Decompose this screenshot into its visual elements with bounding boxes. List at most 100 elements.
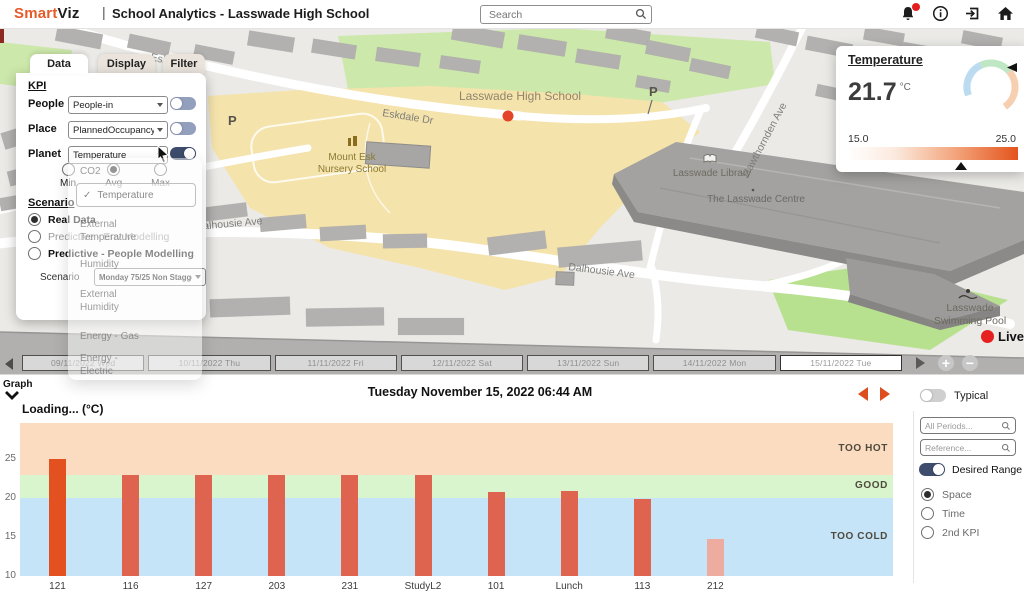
dropdown-option[interactable]: External Humidity: [80, 288, 152, 314]
radio-icon: [28, 230, 41, 243]
x-axis-label: 203: [242, 581, 312, 592]
kpi-row-label: Place: [28, 123, 57, 135]
timeline-date-segment[interactable]: 11/11/2022 Fri: [275, 355, 397, 371]
home-icon[interactable]: [997, 5, 1017, 23]
school-marker-dot[interactable]: [503, 111, 514, 122]
desired-range-label: Desired Range: [952, 464, 1022, 476]
tab-data[interactable]: Data: [30, 54, 88, 74]
toggle-knob: [171, 98, 182, 109]
search-icon: [635, 8, 647, 20]
dropdown-option-selected[interactable]: ✓Temperature: [76, 183, 196, 207]
kpi-toggle-place[interactable]: [170, 122, 196, 135]
x-axis-label: 212: [680, 581, 750, 592]
graph-datetime-title: Tuesday November 15, 2022 06:44 AM: [0, 385, 960, 399]
next-timestep-icon[interactable]: [880, 387, 890, 401]
tab-display[interactable]: Display: [98, 54, 155, 74]
timeline-zoom-out-button[interactable]: −: [962, 355, 978, 371]
kpi-row-people: PeoplePeople-in: [16, 95, 206, 115]
swimmer-icon: [966, 289, 970, 293]
map-edge-artifact: [0, 28, 4, 43]
poi-label-pool-2: Swimming Pool: [934, 315, 1006, 327]
bar-121: [49, 459, 66, 576]
mode-option-2nd-kpi[interactable]: 2nd KPI: [921, 526, 979, 539]
scale-min: 15.0: [848, 133, 868, 145]
search-box[interactable]: [480, 5, 652, 24]
panel-divider: [913, 411, 914, 583]
temperature-kpi-card: Temperature 21.7°C 15.0 25.0: [836, 46, 1024, 172]
tab-filter[interactable]: Filter: [163, 54, 205, 74]
prev-timestep-icon[interactable]: [858, 387, 868, 401]
y-axis-tick: 10: [0, 570, 16, 581]
timeline-date-segment[interactable]: 13/11/2022 Sun: [527, 355, 649, 371]
library-book-icon: [704, 155, 716, 163]
mode-option-label: 2nd KPI: [942, 527, 979, 539]
reference-filter[interactable]: Reference...: [920, 439, 1016, 456]
poi-label-nursery-1: Mount Esk: [328, 152, 376, 163]
parking-icon: P: [228, 113, 237, 128]
mode-option-space[interactable]: Space: [921, 488, 972, 501]
periods-filter[interactable]: All Periods...: [920, 417, 1016, 434]
timeline-zoom-in-button[interactable]: +: [938, 355, 954, 371]
notification-bell-icon[interactable]: [900, 5, 920, 23]
typical-toggle[interactable]: [920, 389, 946, 402]
timeline-prev-icon[interactable]: [5, 358, 13, 370]
map-building: [306, 307, 384, 326]
signout-icon[interactable]: [964, 5, 984, 23]
toggle-knob: [921, 390, 932, 401]
y-axis-tick: 15: [0, 531, 16, 542]
brand-logo[interactable]: SmartViz: [14, 5, 80, 22]
timeline-play-icon[interactable]: [916, 357, 925, 369]
timeline-date-segment[interactable]: 12/11/2022 Sat: [401, 355, 523, 371]
poi-dot: [752, 189, 755, 192]
info-icon[interactable]: [932, 5, 952, 23]
timeline-date-segment[interactable]: 14/11/2022 Mon: [653, 355, 775, 371]
brand-part2: Viz: [58, 5, 80, 22]
kpi-select-people[interactable]: People-in: [68, 96, 168, 114]
title-divider: |: [102, 4, 106, 20]
zone-label: TOO HOT: [700, 443, 888, 454]
chart-title: Loading... (°C): [22, 402, 103, 416]
temp-value-number: 21.7: [848, 78, 897, 106]
check-icon: ✓: [83, 190, 91, 201]
toggle-knob: [171, 123, 182, 134]
typical-label: Typical: [954, 390, 988, 402]
mode-option-label: Time: [942, 508, 965, 520]
timeline-date-segment[interactable]: 15/11/2022 Tue: [780, 355, 902, 371]
kpi-row-place: Place PlannedOccupancy: [16, 120, 206, 140]
brand-part1: Smart: [14, 5, 58, 22]
reference-placeholder: Reference...: [925, 443, 971, 453]
chevron-down-icon: [157, 103, 163, 107]
dropdown-option[interactable]: External Temperature: [80, 218, 152, 244]
dropdown-option[interactable]: Energy - Electric: [80, 352, 152, 378]
radio-icon: [921, 507, 934, 520]
poi-label-pool-1: Lasswade: [946, 302, 993, 314]
bar-116: [122, 475, 139, 576]
search-icon: [1001, 443, 1011, 453]
x-axis-label: 113: [607, 581, 677, 592]
dropdown-option[interactable]: Energy - Gas: [80, 330, 152, 343]
poi-label-library: Lasswade Library: [673, 168, 751, 179]
live-label: Live: [998, 329, 1024, 344]
temperature-gauge: [960, 54, 1022, 114]
kpi-select-place[interactable]: PlannedOccupancy: [68, 121, 168, 139]
desired-range-toggle[interactable]: [919, 463, 945, 476]
map-building: [320, 225, 367, 241]
x-axis-label: 231: [315, 581, 385, 592]
kpi-toggle-people[interactable]: [170, 97, 196, 110]
mode-option-time[interactable]: Time: [921, 507, 965, 520]
bar-101: [488, 492, 505, 576]
live-dot-icon: [981, 330, 994, 343]
search-input[interactable]: [487, 6, 629, 23]
kpi-select-value: PlannedOccupancy: [73, 125, 154, 136]
temp-unit: °C: [900, 82, 911, 93]
dropdown-option[interactable]: CO2: [80, 165, 152, 178]
chevron-down-icon: [157, 128, 163, 132]
dropdown-option[interactable]: Humidity: [80, 258, 152, 271]
bar-127: [195, 475, 212, 576]
kpi-dropdown-list[interactable]: CO2 ✓Temperature External Temperature Humid…: [68, 158, 202, 380]
bar-Lunch: [561, 491, 578, 576]
live-indicator: Live: [981, 329, 1024, 344]
radio-icon: [921, 488, 934, 501]
map-building: [210, 297, 291, 318]
radio-icon: [921, 526, 934, 539]
